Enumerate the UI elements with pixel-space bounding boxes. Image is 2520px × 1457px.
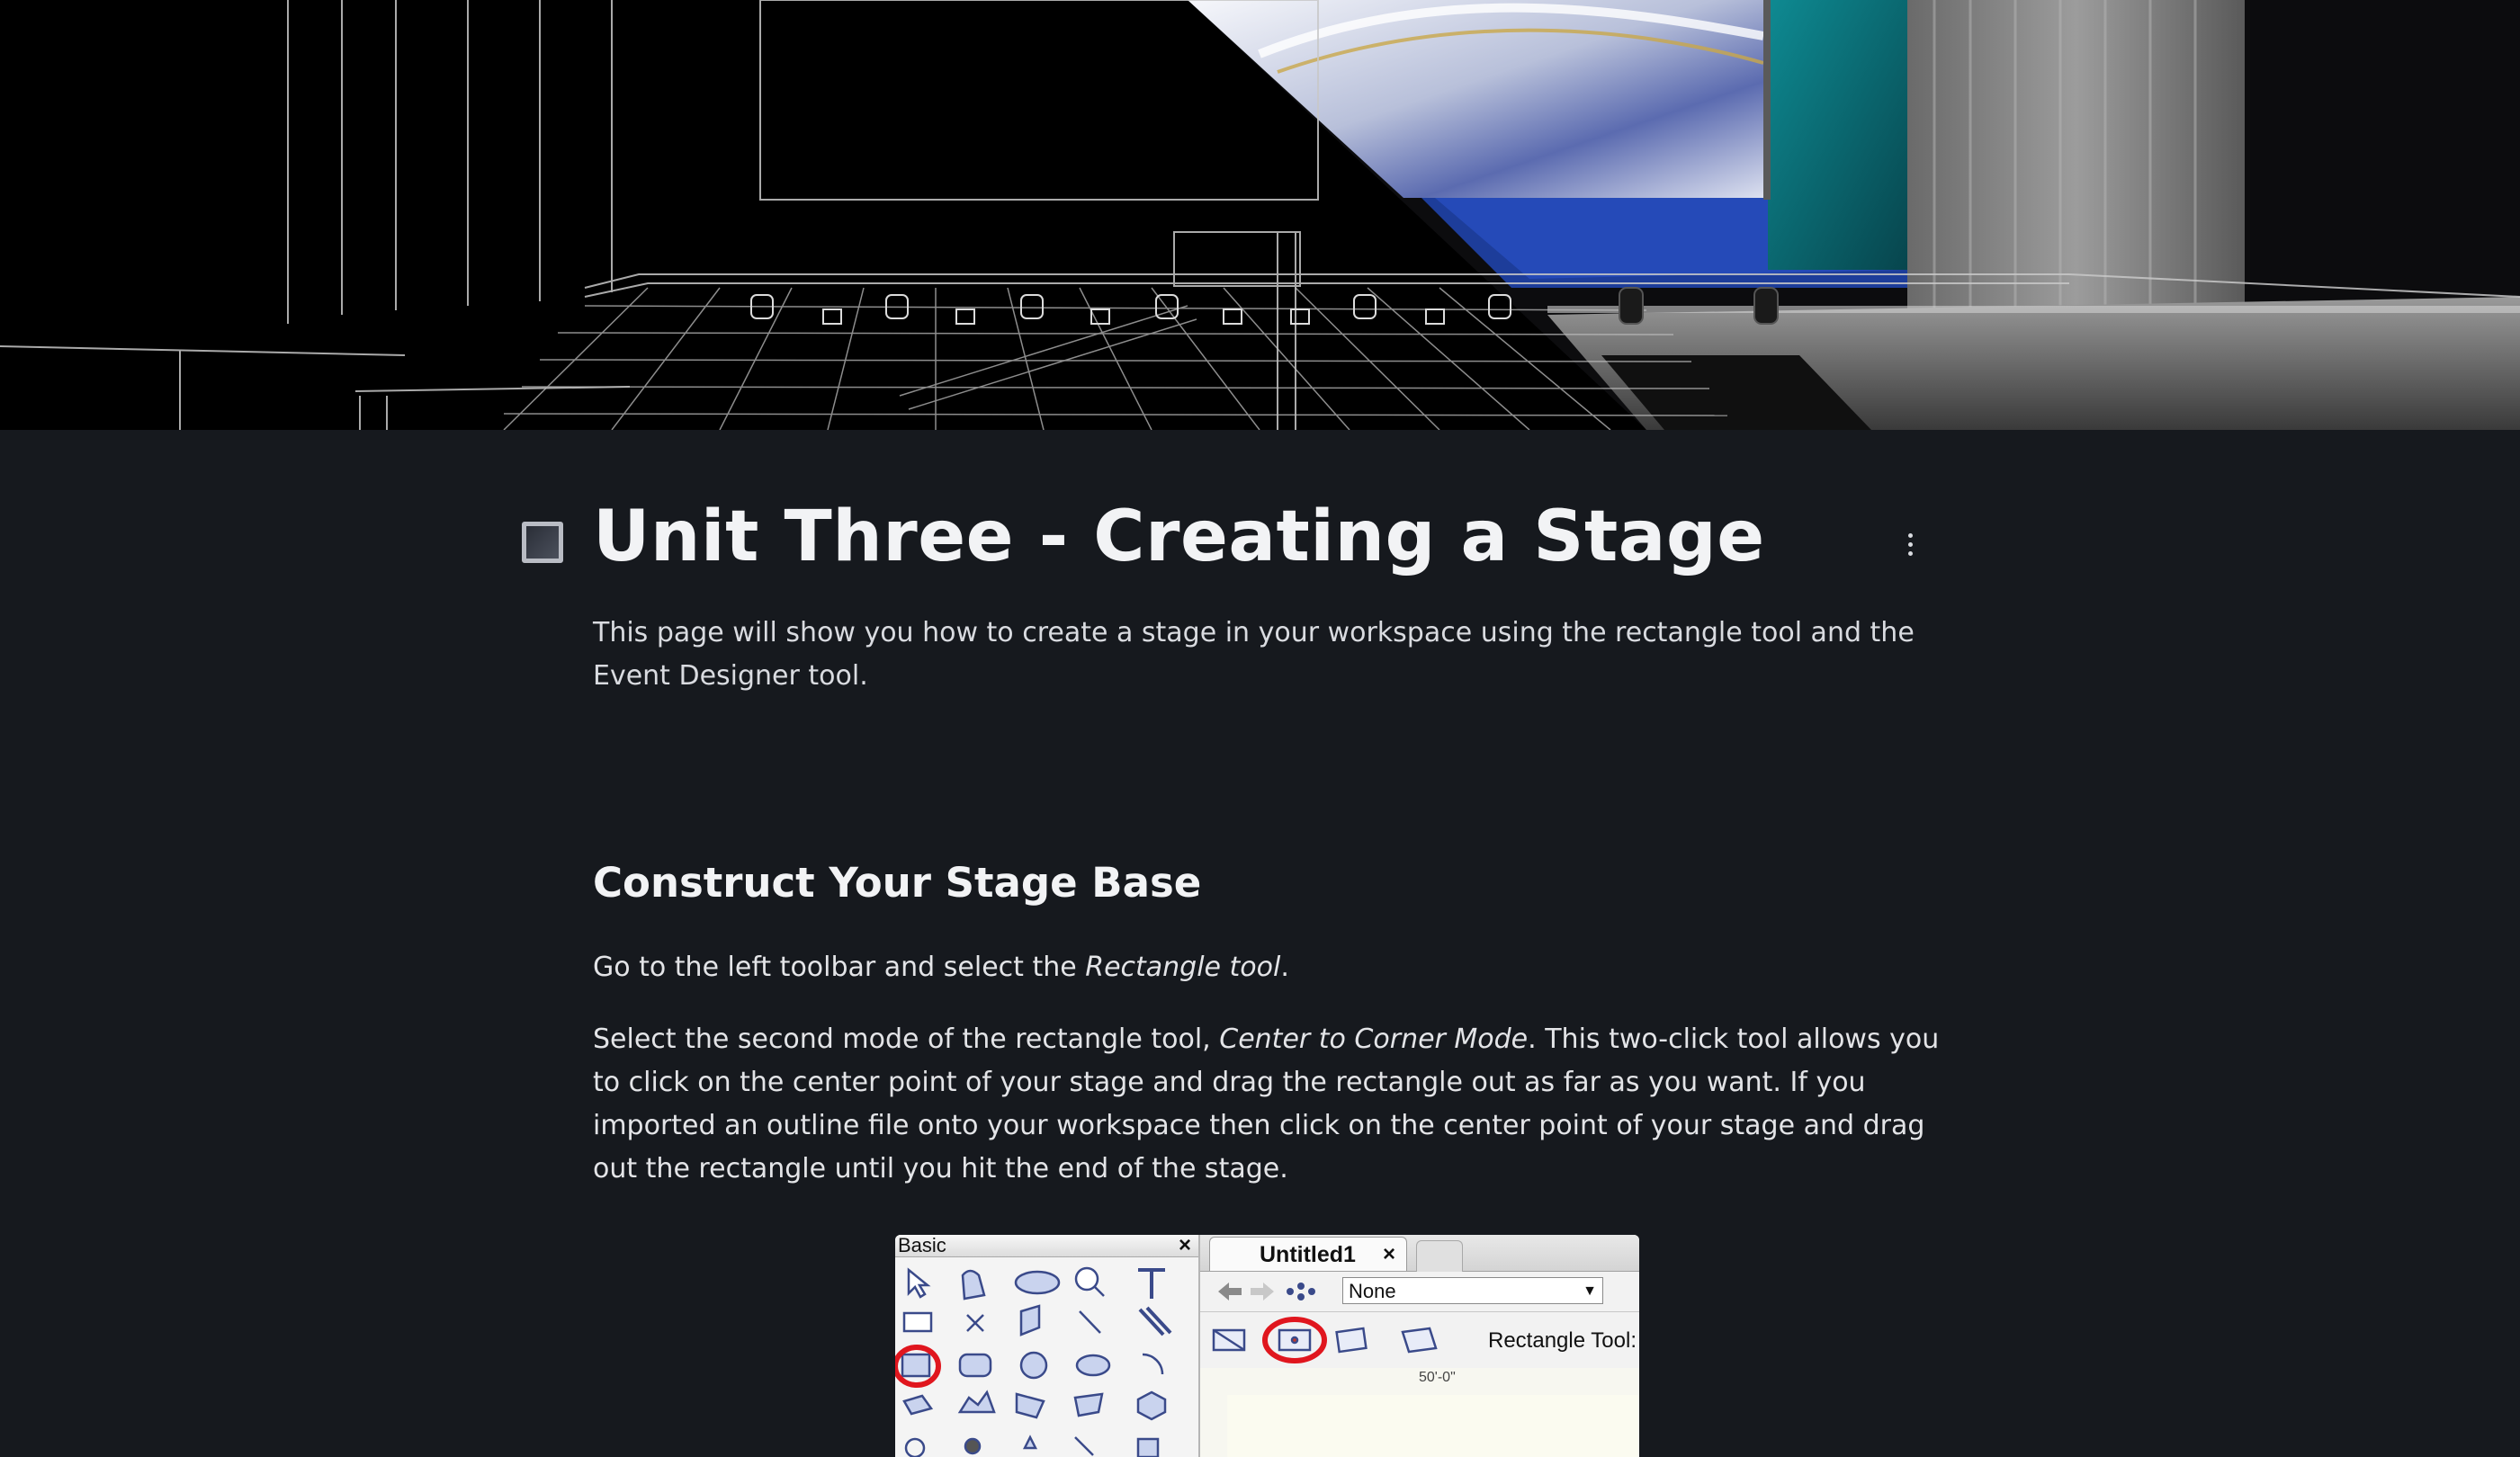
close-icon: × — [1382, 1242, 1395, 1266]
stage-render-illustration — [0, 0, 2520, 430]
instruction-paragraph-2: Select the second mode of the rectangle … — [593, 1023, 1940, 1184]
chevron-down-icon: ▼ — [1583, 1283, 1597, 1299]
vertical-ruler — [1200, 1395, 1228, 1457]
tool-icons-grid — [895, 1266, 1172, 1457]
basic-tool-palette: Basic × — [895, 1235, 1200, 1457]
page-description: This page will show you how to create a … — [593, 617, 1915, 692]
palette-title: Basic — [898, 1235, 946, 1256]
tab-untitled1[interactable]: Untitled1 × — [1209, 1237, 1407, 1271]
rectangle-mode-buttons — [1212, 1317, 1438, 1363]
page-title: Unit Three - Creating a Stage — [593, 496, 1765, 577]
more-options-button[interactable] — [1895, 529, 1925, 559]
cover-image — [0, 0, 2520, 430]
toolbar-screenshot-image: Basic × Untitled1 × None ▼ Rectangle Too… — [895, 1235, 1639, 1457]
drawing-canvas — [1227, 1395, 1639, 1457]
section-heading: Construct Your Stage Base — [593, 859, 1202, 907]
square-icon — [522, 522, 563, 563]
close-icon: × — [1178, 1235, 1191, 1257]
navigation-arrows — [1218, 1283, 1315, 1301]
new-tab — [1416, 1240, 1463, 1272]
horizontal-ruler: 50'-0" — [1200, 1368, 1639, 1396]
instruction-paragraph-1: Go to the left toolbar and select the Re… — [593, 952, 1289, 983]
class-dropdown[interactable]: None ▼ — [1342, 1277, 1603, 1304]
more-vertical-icon — [1907, 532, 1913, 538]
document-window: Untitled1 × None ▼ Rectangle Tool: 50'-0… — [1200, 1235, 1639, 1457]
mode-label: Rectangle Tool: — [1488, 1328, 1637, 1353]
